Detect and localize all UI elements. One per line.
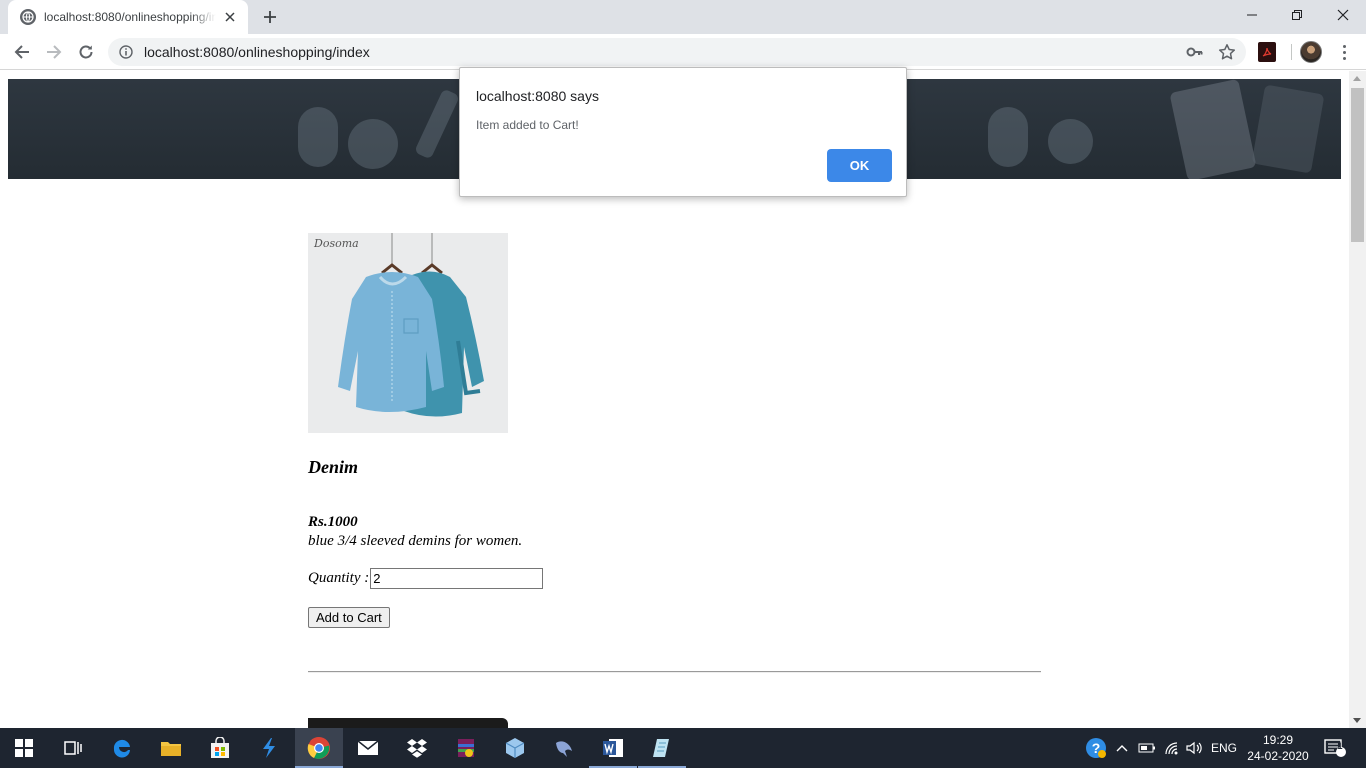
close-tab-icon[interactable] <box>222 9 238 25</box>
product-price: Rs.1000 <box>308 514 358 530</box>
back-button[interactable] <box>8 38 36 66</box>
minimize-icon <box>1247 14 1257 16</box>
scrollbar-thumb[interactable] <box>1351 88 1364 242</box>
taskbar-store[interactable] <box>196 728 244 768</box>
taskbar-mail[interactable] <box>344 728 392 768</box>
info-icon[interactable] <box>118 44 134 60</box>
mail-icon <box>357 740 379 755</box>
minimize-button[interactable] <box>1229 0 1275 30</box>
volume-icon[interactable] <box>1185 728 1205 768</box>
address-bar[interactable]: localhost:8080/onlineshopping/index <box>108 38 1246 66</box>
acrobat-extension-icon[interactable] <box>1258 42 1276 62</box>
taskbar-edge[interactable] <box>98 728 146 768</box>
taskbar-mysql-workbench[interactable] <box>540 728 588 768</box>
language-indicator[interactable]: ENG <box>1208 728 1240 768</box>
quantity-label: Quantity : <box>308 570 370 586</box>
winrar-icon <box>458 739 474 757</box>
dropbox-icon <box>407 739 427 758</box>
taskbar-dropbox[interactable] <box>393 728 441 768</box>
taskbar-file-explorer[interactable] <box>147 728 195 768</box>
page-scrollbar[interactable] <box>1349 71 1366 728</box>
battery-icon[interactable] <box>1137 728 1157 768</box>
quantity-input[interactable] <box>370 568 544 589</box>
clock-time: 19:29 <box>1262 733 1294 747</box>
browser-tabstrip: localhost:8080/onlineshopping/in <box>0 0 1366 34</box>
dialog-message: Item added to Cart! <box>476 118 579 132</box>
quantity-row: Quantity : <box>308 568 544 589</box>
browser-menu-button[interactable] <box>1335 42 1353 62</box>
windows-logo-icon <box>15 739 33 757</box>
url-text[interactable]: localhost:8080/onlineshopping/index <box>144 44 370 60</box>
product-title[interactable]: Denim <box>308 457 358 478</box>
action-center-button[interactable]: 1 <box>1320 728 1350 768</box>
back-arrow-icon <box>14 45 29 59</box>
key-icon[interactable] <box>1186 44 1204 60</box>
toolbar-separator <box>1291 44 1292 60</box>
reload-icon <box>79 45 93 59</box>
taskbar-winrar[interactable] <box>442 728 490 768</box>
windows-taskbar: ? ENG 19:29 24-02-2020 1 <box>0 728 1366 768</box>
product-description: blue 3/4 sleeved demins for women. <box>308 533 523 549</box>
close-icon <box>1337 9 1349 21</box>
edge-icon <box>113 739 130 758</box>
browser-tab[interactable]: localhost:8080/onlineshopping/in <box>8 0 248 34</box>
browser-toolbar: localhost:8080/onlineshopping/index <box>0 34 1366 70</box>
network-icon[interactable] <box>1162 728 1182 768</box>
new-tab-button[interactable] <box>258 5 282 29</box>
task-view-icon <box>64 741 82 755</box>
store-bag-icon <box>211 737 229 758</box>
taskbar-notepad[interactable] <box>638 728 686 768</box>
restore-button[interactable] <box>1274 0 1320 30</box>
cube-icon <box>505 738 525 758</box>
add-to-cart-button[interactable]: Add to Cart <box>308 607 390 628</box>
profile-avatar[interactable] <box>1300 41 1322 63</box>
scroll-up-arrow-icon[interactable] <box>1353 76 1361 81</box>
alert-dialog: localhost:8080 says Item added to Cart! … <box>459 67 907 197</box>
tab-title: localhost:8080/onlineshopping/in <box>44 10 216 24</box>
denim-shirts-illustration <box>338 233 484 417</box>
product-card: Dosoma Denim Rs.1000 blue 3/4 sleeved de… <box>308 233 1048 728</box>
taskbar-virtualbox[interactable] <box>491 728 539 768</box>
chrome-icon <box>307 737 330 759</box>
product-image[interactable]: Dosoma <box>308 233 508 433</box>
forward-button[interactable] <box>40 38 68 66</box>
folder-icon <box>161 742 181 756</box>
bookmark-star-icon[interactable] <box>1218 43 1236 61</box>
reload-button[interactable] <box>72 38 100 66</box>
notification-count: 1 <box>1337 741 1343 751</box>
forward-arrow-icon <box>47 45 62 59</box>
taskbar-chrome[interactable] <box>295 728 343 768</box>
show-hidden-icons-chevron-icon[interactable] <box>1114 728 1130 768</box>
lightning-app-icon <box>263 738 275 758</box>
taskbar-clock[interactable]: 19:29 24-02-2020 <box>1246 732 1310 764</box>
product-divider <box>308 671 1041 673</box>
word-icon <box>603 739 623 757</box>
plus-icon <box>264 11 276 23</box>
clock-date: 24-02-2020 <box>1247 749 1309 763</box>
taskbar-visual-studio[interactable] <box>245 728 293 768</box>
restore-icon <box>1292 10 1302 20</box>
scroll-down-arrow-icon[interactable] <box>1353 718 1361 723</box>
windows-start-button[interactable] <box>0 728 48 768</box>
dialog-title: localhost:8080 says <box>476 88 599 104</box>
globe-icon <box>20 9 36 25</box>
notepad-icon <box>653 739 669 757</box>
dolphin-icon <box>556 741 572 757</box>
help-icon[interactable]: ? <box>1084 728 1108 768</box>
taskbar-word[interactable] <box>589 728 637 768</box>
ok-button[interactable]: OK <box>827 149 892 182</box>
next-product-image[interactable] <box>308 718 508 728</box>
task-view-button[interactable] <box>48 728 96 768</box>
close-window-button[interactable] <box>1320 0 1366 30</box>
